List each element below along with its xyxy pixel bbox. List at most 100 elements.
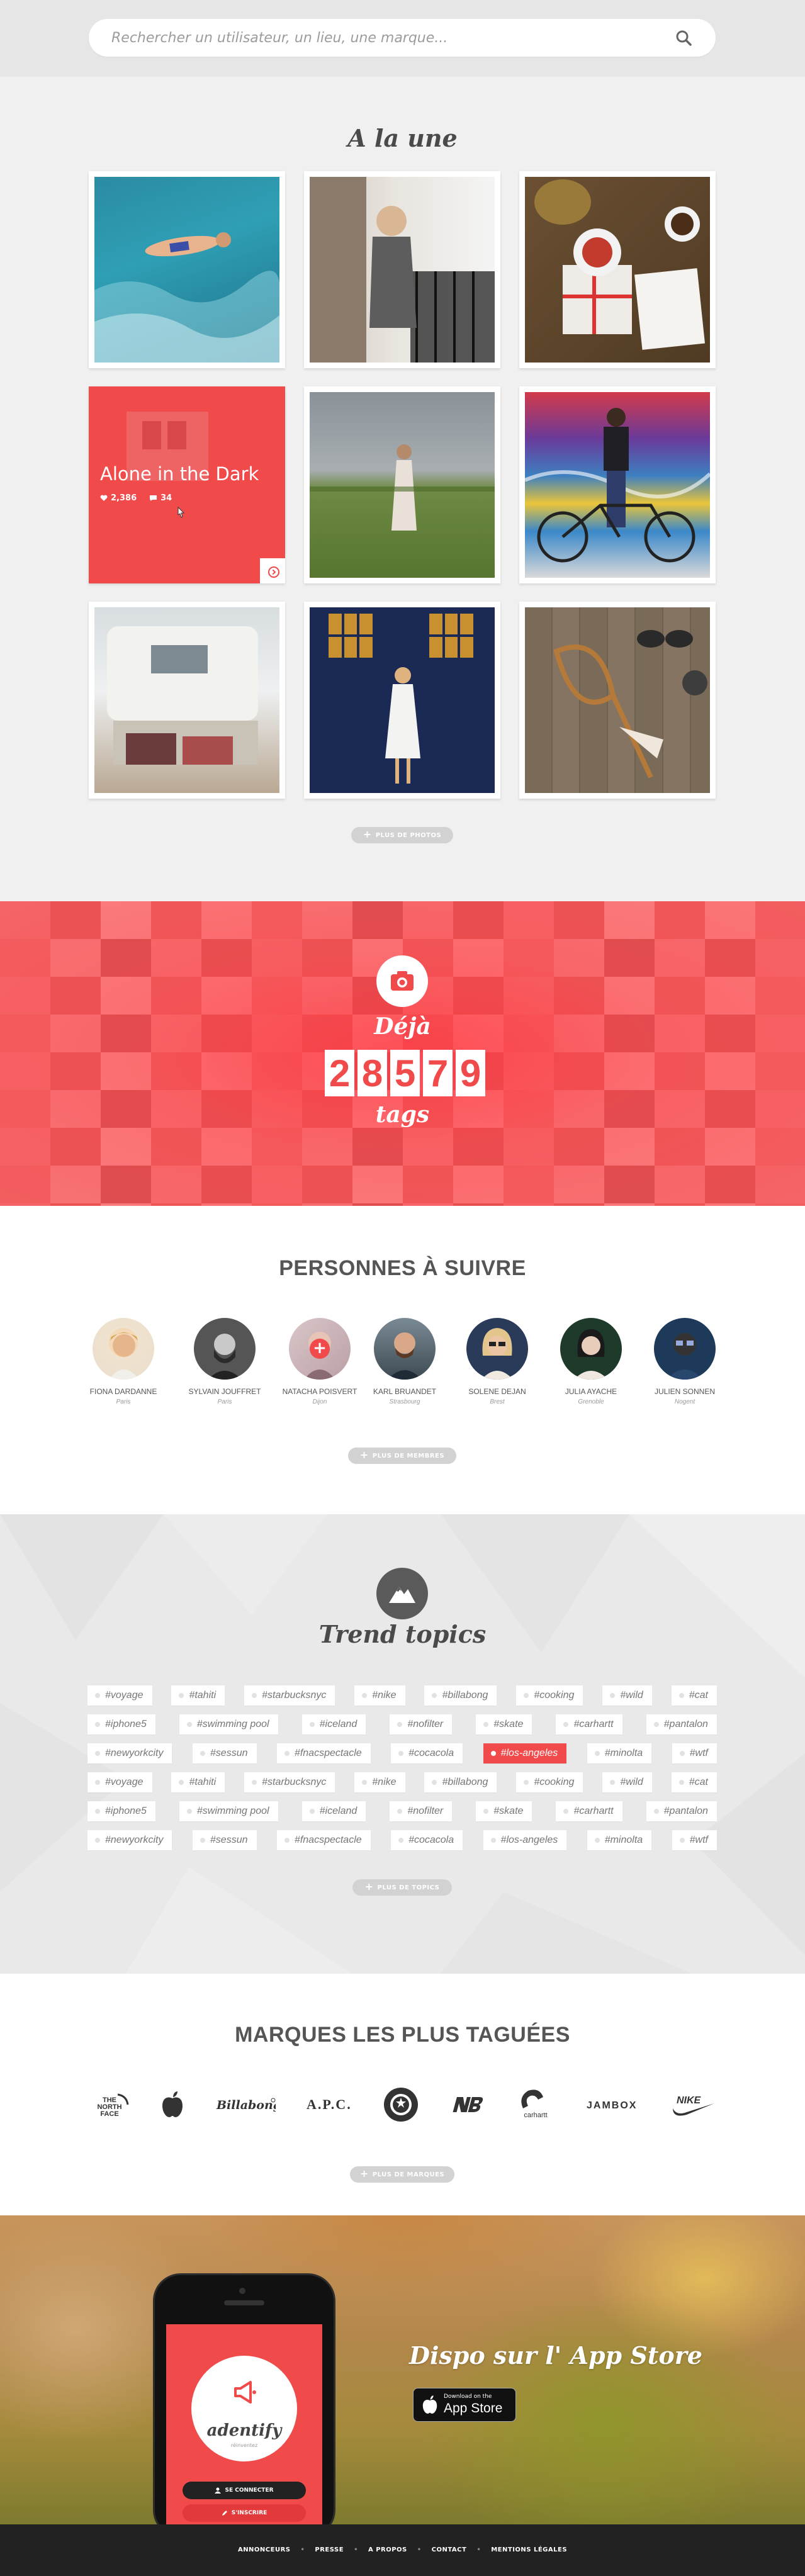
tag-chip[interactable]: #starbucksnyc [244, 1685, 335, 1706]
tag-chip[interactable]: #carhartt [556, 1714, 622, 1735]
photo-tile[interactable] [519, 386, 716, 583]
photo-tile[interactable] [519, 602, 716, 799]
tag-chip[interactable]: #iceland [301, 1714, 366, 1735]
tag-chip[interactable]: #cocacola [391, 1830, 463, 1850]
tag-chip[interactable]: #pantalon [646, 1714, 717, 1735]
open-photo-button[interactable] [260, 558, 285, 583]
search-input[interactable] [111, 19, 665, 57]
tag-chip[interactable]: #wtf [672, 1743, 717, 1763]
person-card[interactable]: JULIA AYACHE Grenoble [547, 1318, 635, 1405]
person-card[interactable]: JULIEN SONNEN Nogent [641, 1318, 729, 1405]
brand-apple[interactable] [160, 2087, 185, 2122]
tag-chip[interactable]: #tahiti [171, 1772, 225, 1792]
tag-chip[interactable]: #skate [476, 1714, 532, 1735]
brand-billabong[interactable]: Billabong [215, 2087, 276, 2122]
tag-chip[interactable]: #fnacspectacle [276, 1743, 371, 1763]
brand-jambox[interactable]: JAMBOX [585, 2087, 641, 2122]
more-brands-button[interactable]: + PLUS DE MARQUES [350, 2166, 454, 2183]
person-name[interactable]: SOLENE DEJAN [453, 1387, 541, 1396]
footer-link-presse[interactable]: PRESSE [315, 2546, 344, 2553]
person-name[interactable]: JULIEN SONNEN [641, 1387, 729, 1396]
tag-chip[interactable]: #fnacspectacle [276, 1830, 371, 1850]
tag-chip[interactable]: #billabong [424, 1772, 497, 1792]
tag-chip[interactable]: #minolta [587, 1743, 652, 1763]
search-bar[interactable] [89, 19, 716, 57]
photo-tile-hovered[interactable]: Alone in the Dark 2,386 34 [89, 386, 285, 583]
brand-apc[interactable]: A.P.C. [305, 2087, 353, 2122]
person-card[interactable]: KARL BRUANDET Strasbourg [361, 1318, 449, 1405]
footer-link-annonceurs[interactable]: ANNONCEURS [238, 2546, 291, 2553]
more-members-button[interactable]: + PLUS DE MEMBRES [348, 1448, 456, 1464]
tag-chip[interactable]: #billabong [424, 1685, 497, 1706]
photo-tile[interactable] [519, 171, 716, 368]
footer-link-a-propos[interactable]: A PROPOS [368, 2546, 407, 2553]
tag-chip[interactable]: #iphone5 [87, 1714, 155, 1735]
tag-dot-icon [483, 1722, 489, 1727]
avatar[interactable] [560, 1318, 622, 1380]
tag-chip[interactable]: #wild [602, 1772, 652, 1792]
person-card[interactable]: SOLENE DEJAN Brest [453, 1318, 541, 1405]
more-topics-button[interactable]: + PLUS DE TOPICS [352, 1879, 452, 1896]
photo-tile[interactable] [304, 602, 500, 799]
brand-the-north-face[interactable]: THE NORTH FACE [89, 2087, 130, 2122]
footer-link-contact[interactable]: CONTACT [432, 2546, 467, 2553]
brand-carhartt[interactable]: carhartt [515, 2087, 556, 2122]
tag-chip[interactable]: #los-angeles [483, 1830, 567, 1850]
avatar[interactable]: + [289, 1318, 351, 1380]
footer-link-mentions[interactable]: MENTIONS LÉGALES [491, 2546, 567, 2553]
tag-chip[interactable]: #nike [354, 1685, 405, 1706]
tag-chip[interactable]: #tahiti [171, 1685, 225, 1706]
avatar[interactable] [194, 1318, 256, 1380]
tag-chip[interactable]: #cat [671, 1772, 717, 1792]
tag-chip[interactable]: #carhartt [556, 1801, 622, 1821]
person-name[interactable]: JULIA AYACHE [547, 1387, 635, 1396]
avatar[interactable] [93, 1318, 154, 1380]
person-card[interactable]: SYLVAIN JOUFFRET Paris [181, 1318, 269, 1405]
person-name[interactable]: SYLVAIN JOUFFRET [181, 1387, 269, 1396]
brand-starbucks[interactable] [383, 2087, 419, 2122]
tag-chip[interactable]: #nofilter [390, 1801, 453, 1821]
photo-tile[interactable] [304, 171, 500, 368]
avatar[interactable] [466, 1318, 528, 1380]
tag-chip[interactable]: #los-angeles [483, 1743, 567, 1763]
tag-chip[interactable]: #minolta [587, 1830, 652, 1850]
tag-chip[interactable]: #cooking [516, 1772, 583, 1792]
follow-button[interactable]: + [310, 1339, 330, 1359]
tag-dot-icon [200, 1751, 205, 1756]
tag-chip[interactable]: #iceland [301, 1801, 366, 1821]
app-store-badge[interactable]: Download on the App Store [413, 2388, 516, 2422]
tag-chip[interactable]: #starbucksnyc [244, 1772, 335, 1792]
person-card[interactable]: FIONA DARDANNE Paris [79, 1318, 167, 1405]
tag-chip[interactable]: #wild [602, 1685, 652, 1706]
brand-nike[interactable]: NIKE [670, 2087, 716, 2122]
person-name[interactable]: NATACHA POISVERT [276, 1387, 364, 1396]
tag-chip[interactable]: #swimming pool [179, 1801, 278, 1821]
tag-chip[interactable]: #newyorkcity [87, 1743, 172, 1763]
brand-new-balance[interactable] [449, 2087, 485, 2122]
tag-chip[interactable]: #cat [671, 1685, 717, 1706]
search-icon[interactable] [675, 30, 692, 46]
person-name[interactable]: KARL BRUANDET [361, 1387, 449, 1396]
tag-chip[interactable]: #swimming pool [179, 1714, 278, 1735]
tag-chip[interactable]: #nike [354, 1772, 405, 1792]
tag-chip[interactable]: #iphone5 [87, 1801, 155, 1821]
tag-chip[interactable]: #pantalon [646, 1801, 717, 1821]
tag-chip[interactable]: #sessun [192, 1743, 257, 1763]
tag-chip[interactable]: #sessun [192, 1830, 257, 1850]
person-card[interactable]: + NATACHA POISVERT Dijon [276, 1318, 364, 1405]
photo-tile[interactable] [89, 171, 285, 368]
tag-chip[interactable]: #voyage [87, 1772, 152, 1792]
tag-chip[interactable]: #skate [476, 1801, 532, 1821]
tag-chip[interactable]: #nofilter [390, 1714, 453, 1735]
tag-chip[interactable]: #cooking [516, 1685, 583, 1706]
tag-chip[interactable]: #cocacola [391, 1743, 463, 1763]
more-photos-button[interactable]: + PLUS DE PHOTOS [351, 827, 453, 843]
photo-tile[interactable] [89, 602, 285, 799]
tag-chip[interactable]: #newyorkcity [87, 1830, 172, 1850]
tag-chip[interactable]: #voyage [87, 1685, 152, 1706]
avatar[interactable] [654, 1318, 716, 1380]
photo-tile[interactable] [304, 386, 500, 583]
avatar[interactable] [374, 1318, 436, 1380]
person-name[interactable]: FIONA DARDANNE [79, 1387, 167, 1396]
tag-chip[interactable]: #wtf [672, 1830, 717, 1850]
